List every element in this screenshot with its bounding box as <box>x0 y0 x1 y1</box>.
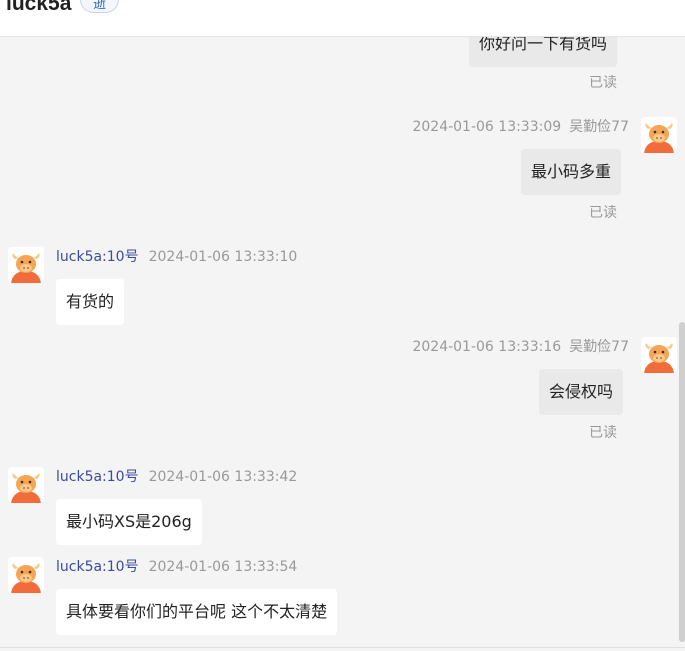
avatar[interactable] <box>8 467 44 503</box>
divider <box>0 647 685 648</box>
message-meta: luck5a:10号 2024-01-06 13:33:54 <box>56 557 297 577</box>
message-meta: luck5a:10号 2024-01-06 13:33:10 <box>56 247 297 267</box>
bull-avatar-icon <box>641 117 677 153</box>
message-time: 2024-01-06 13:33:42 <box>148 469 298 485</box>
message-time: 2024-01-06 13:33:16 <box>412 339 562 355</box>
avatar[interactable] <box>641 117 677 153</box>
read-status: 已读 <box>589 205 617 221</box>
sender-name[interactable]: luck5a:10号 <box>56 559 139 575</box>
sender-name[interactable]: 吴勤俭77 <box>569 119 629 135</box>
message-meta: luck5a:10号 2024-01-06 13:33:42 <box>56 467 297 487</box>
read-status: 已读 <box>589 425 617 441</box>
message-bubble-outgoing[interactable]: 会侵权吗 <box>539 369 624 415</box>
message-meta: 2024-01-06 13:33:16 吴勤俭77 <box>380 337 629 357</box>
bull-avatar-icon <box>641 337 677 373</box>
message-time: 2024-01-06 13:33:09 <box>412 119 562 135</box>
sender-name[interactable]: 吴勤俭77 <box>569 339 629 355</box>
message-bubble-outgoing[interactable]: 你好问一下有货吗 <box>469 37 618 67</box>
message-bubble-incoming[interactable]: 最小码XS是206g <box>56 499 202 545</box>
message-time: 2024-01-06 13:33:10 <box>148 249 298 265</box>
bull-avatar-icon <box>8 467 44 503</box>
avatar[interactable] <box>8 557 44 593</box>
avatar[interactable] <box>8 247 44 283</box>
contact-name[interactable]: luck5a <box>6 0 71 16</box>
contact-badge[interactable]: 逝 <box>80 0 120 13</box>
avatar[interactable] <box>641 337 677 373</box>
sender-name[interactable]: luck5a:10号 <box>56 469 139 485</box>
message-list[interactable]: 你好问一下有货吗 已读 2024-01-06 13:33:09 吴勤俭77 最小码… <box>0 37 685 651</box>
message-meta: 2024-01-06 13:33:09 吴勤俭77 <box>380 117 629 137</box>
message-bubble-outgoing[interactable]: 最小码多重 <box>521 149 622 195</box>
scrollbar-thumb[interactable] <box>679 322 685 642</box>
chat-header: luck5a 逝 <box>0 0 685 37</box>
message-bubble-incoming[interactable]: 有货的 <box>56 279 125 325</box>
read-status: 已读 <box>589 75 617 91</box>
message-bubble-incoming[interactable]: 具体要看你们的平台呢 这个不太清楚 <box>56 589 338 635</box>
bull-avatar-icon <box>8 247 44 283</box>
sender-name[interactable]: luck5a:10号 <box>56 249 139 265</box>
message-time: 2024-01-06 13:33:54 <box>148 559 298 575</box>
bull-avatar-icon <box>8 557 44 593</box>
